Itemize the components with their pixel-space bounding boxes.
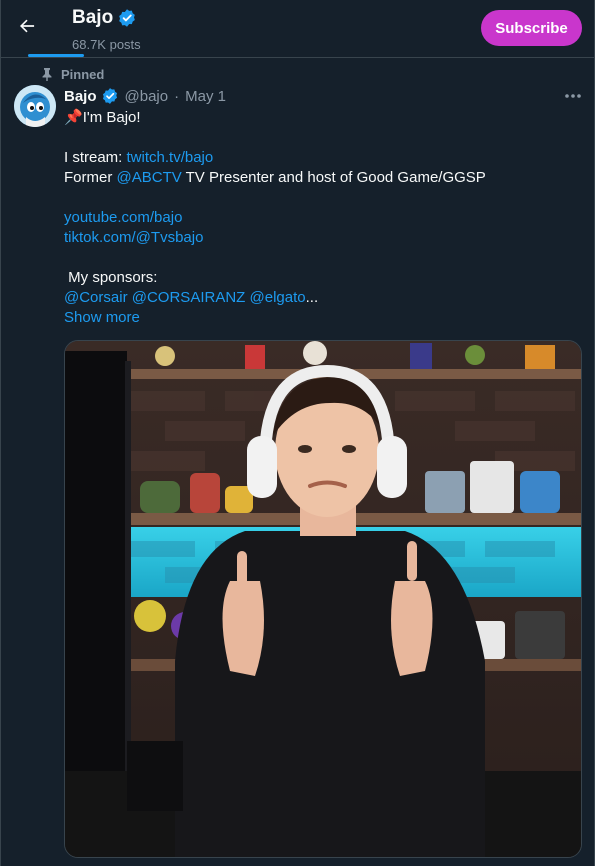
sponsors-label: My sponsors: [64, 269, 158, 286]
youtube-line: youtube.com/bajo [64, 208, 584, 228]
elgato-mention[interactable]: @elgato [250, 289, 306, 306]
profile-name: Bajo [72, 7, 114, 28]
meta-separator: · [174, 87, 180, 105]
former-line: Former @ABCTV TV Presenter and host of G… [64, 168, 584, 188]
tiktok-line: tiktok.com/@Tvsbajo [64, 228, 584, 248]
tiktok-link[interactable]: tiktok.com/@Tvsbajo [64, 229, 203, 246]
intro-line: 📌I'm Bajo! [64, 108, 584, 128]
corsair-mention[interactable]: @Corsair [64, 289, 128, 306]
verified-badge-icon [102, 88, 117, 104]
truncation-ellipsis: ... [305, 289, 319, 306]
sponsor-mentions-line: @Corsair @CORSAIRANZ @elgato... [64, 288, 584, 308]
former-prefix: Former [64, 169, 117, 186]
back-button[interactable] [11, 10, 43, 42]
corsairanz-mention[interactable]: @CORSAIRANZ [132, 289, 246, 306]
more-options-button[interactable] [561, 86, 585, 106]
photo-image [65, 341, 581, 857]
verified-badge-icon [119, 9, 136, 27]
pinned-indicator: Pinned [41, 67, 104, 82]
avatar[interactable] [14, 85, 56, 127]
subscribe-button[interactable]: Subscribe [481, 10, 582, 46]
show-more-link[interactable]: Show more [64, 309, 140, 326]
tweet-header: Bajo @bajo · May 1 [64, 87, 226, 105]
sponsors-line: My sponsors: [64, 268, 584, 288]
avatar-image [14, 85, 56, 127]
tweet-text: 📌I'm Bajo! I stream: twitch.tv/bajo Form… [64, 108, 584, 328]
tweet-date[interactable]: May 1 [185, 88, 226, 105]
youtube-link[interactable]: youtube.com/bajo [64, 209, 182, 226]
show-more-line: Show more [64, 308, 584, 328]
header-title: Bajo [72, 7, 137, 29]
author-name[interactable]: Bajo [64, 88, 97, 105]
abctv-mention[interactable]: @ABCTV [117, 169, 182, 186]
pin-icon [42, 68, 52, 81]
profile-header: Bajo 68.7K posts Subscribe [1, 0, 594, 58]
more-dots-icon [565, 94, 581, 98]
stream-prefix: I stream: [64, 149, 127, 166]
profile-timeline: Bajo 68.7K posts Subscribe Pinned Bajo @… [0, 0, 595, 866]
author-handle[interactable]: @bajo [125, 88, 169, 105]
pushpin-emoji: 📌 [64, 109, 83, 126]
pinned-label: Pinned [61, 67, 105, 82]
stream-line: I stream: twitch.tv/bajo [64, 148, 584, 168]
posts-count: 68.7K posts [72, 37, 141, 52]
intro-text: I'm Bajo! [82, 109, 141, 126]
header-scroll-indicator [28, 54, 84, 57]
tweet-media-photo[interactable] [64, 340, 582, 858]
arrow-left-icon [20, 19, 35, 33]
former-suffix: TV Presenter and host of Good Game/GGSP [181, 169, 486, 186]
twitch-link[interactable]: twitch.tv/bajo [127, 149, 214, 166]
